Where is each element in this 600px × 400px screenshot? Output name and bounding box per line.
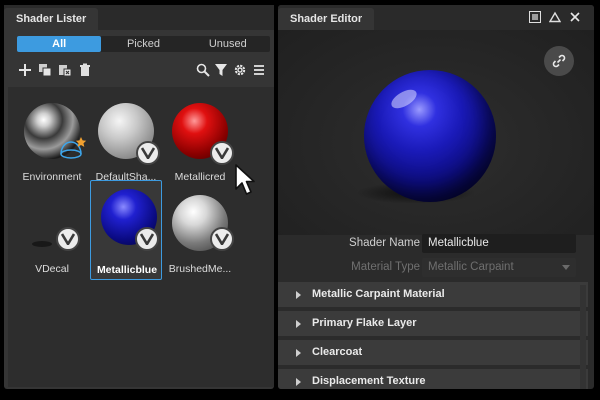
- section-metallic-carpaint-material[interactable]: Metallic Carpaint Material: [278, 282, 588, 307]
- tab-shader-lister[interactable]: Shader Lister: [4, 8, 99, 30]
- section-label: Metallic Carpaint Material: [312, 288, 445, 300]
- shader-name-row: Shader Name Metallicblue: [278, 234, 594, 254]
- menu-icon[interactable]: [528, 10, 542, 24]
- filter-icon[interactable]: [213, 62, 229, 78]
- menu-icon[interactable]: [251, 62, 267, 78]
- add-icon[interactable]: [17, 62, 33, 78]
- filter-picked-button[interactable]: Picked: [101, 36, 185, 52]
- shader-tile-metallicred[interactable]: Metallicred: [164, 95, 236, 187]
- filter-unused-button[interactable]: Unused: [186, 36, 270, 52]
- material-type-label: Material Type: [351, 261, 420, 273]
- shader-label: Metallicblue: [96, 264, 158, 276]
- shader-tile-defaultshader[interactable]: DefaultSha...: [90, 95, 162, 187]
- filter-segmented-control: All Picked Unused: [17, 36, 270, 52]
- expand-triangle-icon: [296, 378, 301, 386]
- shader-tile-brushedmetal[interactable]: BrushedMe...: [164, 187, 236, 279]
- section-displacement-texture[interactable]: Displacement Texture: [278, 369, 588, 389]
- search-icon[interactable]: [195, 62, 211, 78]
- vray-badge-icon: [56, 227, 80, 251]
- settings-icon[interactable]: [232, 62, 248, 78]
- material-type-value: Metallic Carpaint: [428, 261, 514, 273]
- maximize-icon[interactable]: [548, 10, 562, 24]
- expand-triangle-icon: [296, 349, 301, 357]
- material-type-row: Material Type Metallic Carpaint: [278, 258, 594, 278]
- expand-triangle-icon: [296, 291, 301, 299]
- copy-delete-icon[interactable]: [57, 62, 73, 78]
- vray-badge-icon: [210, 141, 234, 165]
- vray-badge-icon: [136, 141, 160, 165]
- shader-name-input[interactable]: Metallicblue: [422, 234, 576, 253]
- close-icon[interactable]: [568, 10, 582, 24]
- expand-triangle-icon: [296, 320, 301, 328]
- editor-tab-strip: Shader Editor: [278, 5, 594, 30]
- shader-tile-environment[interactable]: Environment: [16, 95, 88, 187]
- duplicate-icon[interactable]: [37, 62, 53, 78]
- shader-label: VDecal: [35, 263, 69, 275]
- shader-grid: Environment DefaultSha... Metallicred VD…: [8, 87, 274, 387]
- environment-dome-icon: [60, 137, 87, 159]
- shader-label: Metallicred: [174, 171, 226, 183]
- shader-tile-metallicblue[interactable]: Metallicblue: [90, 180, 162, 280]
- shader-lister-panel: Shader Lister All Picked Unused Environm…: [4, 5, 274, 389]
- section-clearcoat[interactable]: Clearcoat: [278, 340, 588, 365]
- trash-icon[interactable]: [77, 62, 93, 78]
- shader-name-label: Shader Name: [349, 237, 420, 249]
- section-primary-flake-layer[interactable]: Primary Flake Layer: [278, 311, 588, 336]
- editor-scrollbar[interactable]: [580, 285, 586, 389]
- link-button[interactable]: [544, 46, 574, 76]
- material-type-select: Metallic Carpaint: [422, 258, 576, 277]
- lister-toolbar: [17, 62, 270, 80]
- lister-tab-strip: Shader Lister: [4, 5, 274, 30]
- filter-all-button[interactable]: All: [17, 36, 102, 52]
- preview-sphere: [364, 70, 496, 202]
- section-label: Clearcoat: [312, 346, 363, 358]
- mouse-cursor-icon: [235, 164, 255, 195]
- section-label: Primary Flake Layer: [312, 317, 417, 329]
- shader-editor-panel: Shader Editor Shader Name Metallicblue M…: [278, 5, 594, 389]
- tab-shader-editor[interactable]: Shader Editor: [278, 8, 375, 30]
- link-icon: [552, 54, 566, 68]
- decal-shadow: [32, 241, 52, 247]
- shader-label: Environment: [22, 171, 82, 183]
- chevron-down-icon: [562, 265, 570, 270]
- section-label: Displacement Texture: [312, 375, 426, 387]
- vray-badge-icon: [210, 227, 234, 251]
- shader-tile-vdecal[interactable]: VDecal: [16, 187, 88, 279]
- shader-label: BrushedMe...: [168, 263, 232, 275]
- vray-badge-icon: [135, 227, 159, 251]
